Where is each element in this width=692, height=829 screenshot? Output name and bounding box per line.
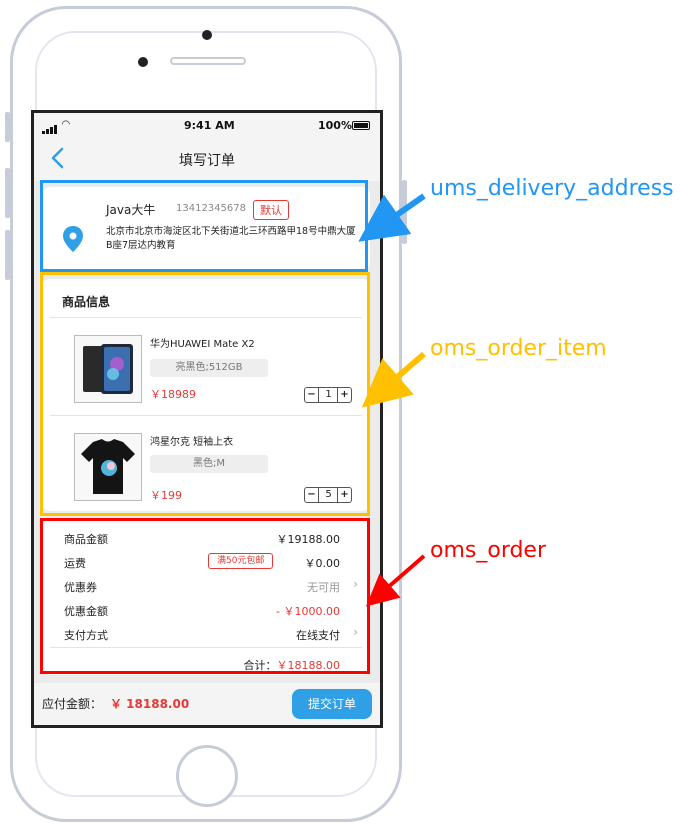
- proximity-sensor: [138, 57, 148, 67]
- annotation-address-table: ums_delivery_address: [430, 176, 674, 201]
- annotation-order-table: oms_order: [430, 538, 547, 563]
- items-highlight-box: [40, 272, 370, 516]
- diagram-stage: ◠ 9:41 AM 100% 填写订单 Java大牛 13412345678 默…: [0, 0, 692, 829]
- mute-switch: [5, 112, 10, 142]
- volume-up-button: [5, 168, 10, 218]
- payable-label: 应付金额：: [42, 697, 103, 711]
- power-button: [402, 180, 407, 244]
- signal-icon: [42, 121, 58, 134]
- volume-down-button: [5, 230, 10, 280]
- status-bar: ◠ 9:41 AM 100%: [34, 113, 380, 137]
- status-time: 9:41 AM: [184, 119, 235, 132]
- submit-order-button[interactable]: 提交订单: [292, 689, 372, 719]
- home-button[interactable]: [176, 745, 238, 807]
- page-title: 填写订单: [179, 153, 235, 169]
- annotation-item-table: oms_order_item: [430, 336, 607, 361]
- battery-icon: [352, 121, 370, 130]
- address-highlight-box: [40, 180, 368, 272]
- earpiece-speaker: [170, 57, 246, 65]
- wifi-icon: ◠: [62, 119, 70, 130]
- payable-amount: ￥ 18188.00: [110, 697, 190, 711]
- nav-bar: 填写订单: [34, 137, 380, 181]
- battery-percent: 100%: [318, 119, 352, 132]
- order-highlight-box: [40, 518, 370, 674]
- checkout-bar: 应付金额： ￥ 18188.00 提交订单: [34, 683, 380, 725]
- front-camera: [202, 30, 212, 40]
